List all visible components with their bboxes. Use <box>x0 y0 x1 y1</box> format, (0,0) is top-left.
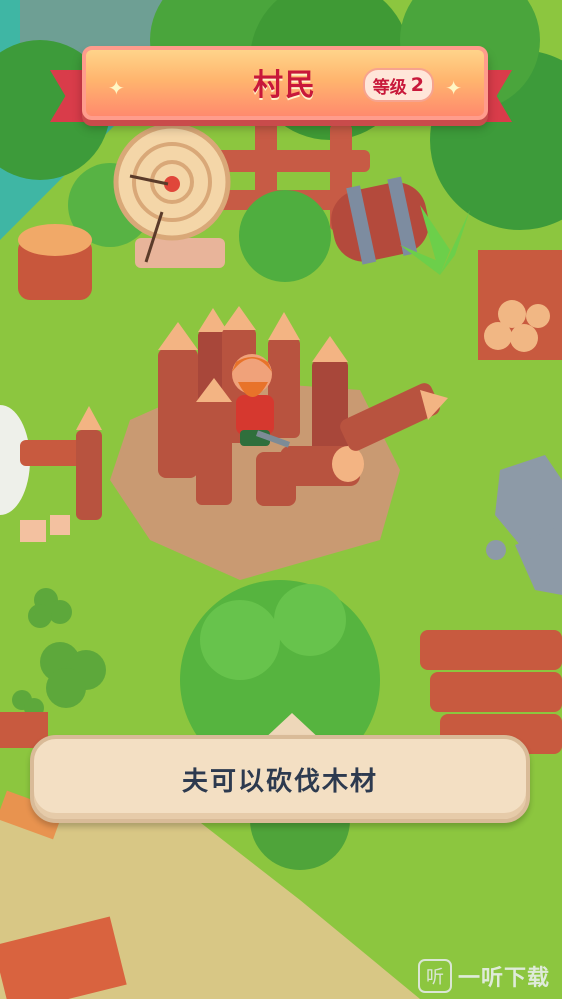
dialog-panel[interactable]: 夫可以砍伐木材 <box>30 713 530 825</box>
log-pile-right <box>478 250 562 360</box>
game-scene <box>0 0 562 999</box>
dialog-text: 夫可以砍伐木材 <box>181 766 378 797</box>
sparkle-icon: ✦ <box>445 76 462 100</box>
dialog-box[interactable]: 夫可以砍伐木材 <box>30 735 530 823</box>
watermark-text: 一听下载 <box>457 966 550 991</box>
level-value: 2 <box>410 74 424 96</box>
level-label: 等级 <box>372 77 407 98</box>
watermark: 听 一听下载 <box>417 959 550 993</box>
green-bush <box>239 190 331 282</box>
tree-stump <box>18 224 92 300</box>
banner-plate: ✦ 村民 等级 2 ✦ <box>82 46 488 120</box>
watermark-logo-icon: 听 <box>417 959 452 993</box>
level-badge: 等级 2 <box>362 68 434 102</box>
title-banner: ✦ 村民 等级 2 ✦ <box>50 40 512 132</box>
